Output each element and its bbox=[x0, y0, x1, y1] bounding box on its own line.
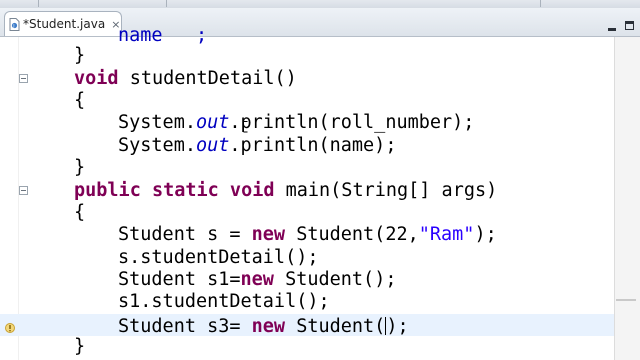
code-text: s.studentDetail(); bbox=[118, 247, 319, 268]
code-token: Student s = bbox=[118, 224, 252, 245]
static-field-token: out bbox=[195, 112, 230, 133]
code-text: } bbox=[74, 45, 86, 66]
code-token: Student(22, bbox=[285, 224, 419, 245]
code-line[interactable]: Student s = new Student(22,"Ram"); bbox=[0, 224, 614, 246]
code-token: .println(name); bbox=[229, 135, 397, 156]
code-line[interactable]: public static void main(String[] args) bbox=[0, 180, 614, 202]
code-token: Student( bbox=[285, 316, 386, 337]
code-token: System. bbox=[118, 135, 196, 156]
toolbar-separator bbox=[540, 0, 541, 7]
code-text: } bbox=[74, 336, 86, 357]
keyword-token: new bbox=[251, 316, 286, 337]
overview-ruler[interactable] bbox=[614, 37, 640, 360]
code-token: ); bbox=[386, 316, 409, 337]
toolbar-separator bbox=[166, 0, 167, 7]
code-line[interactable]: name ; bbox=[0, 25, 614, 47]
keyword-token: new bbox=[240, 269, 274, 290]
code-text: System.out.println(name); bbox=[118, 135, 396, 157]
code-line[interactable]: } bbox=[0, 336, 614, 358]
keyword-token: public static void bbox=[74, 180, 275, 201]
code-text: name ; bbox=[118, 25, 207, 47]
mouse-pointer-icon bbox=[243, 121, 248, 133]
code-text: { bbox=[74, 90, 86, 111]
code-text: Student s = new Student(22,"Ram"); bbox=[118, 224, 497, 246]
code-text: Student s1=new Student(); bbox=[118, 269, 396, 291]
code-line[interactable]: System.out.println(name); bbox=[0, 135, 614, 157]
code-token: .println(roll_number); bbox=[229, 112, 475, 133]
code-text: void studentDetail() bbox=[74, 68, 297, 90]
code-token: name ; bbox=[118, 25, 208, 46]
code-text: s1.studentDetail(); bbox=[118, 291, 330, 312]
code-line[interactable]: s1.studentDetail(); bbox=[0, 291, 614, 313]
code-token: main(String[] args) bbox=[274, 180, 498, 201]
string-token: "Ram" bbox=[418, 224, 475, 245]
code-token: ); bbox=[474, 224, 497, 245]
code-text: System.out.println(roll_number); bbox=[118, 112, 474, 134]
code-token: Student(); bbox=[273, 269, 397, 290]
maximize-icon[interactable] bbox=[624, 20, 636, 32]
keyword-token: void bbox=[74, 68, 119, 89]
code-line[interactable]: { bbox=[0, 90, 614, 112]
code-text: { bbox=[74, 202, 86, 223]
code-line[interactable]: } bbox=[0, 157, 614, 179]
code-token: Student s3= bbox=[118, 316, 252, 337]
code-editor[interactable]: name ; } void studentDetail() { System.o… bbox=[0, 25, 640, 360]
overview-marker[interactable] bbox=[616, 299, 636, 301]
code-line[interactable]: void studentDetail() bbox=[0, 68, 614, 90]
code-line[interactable]: } bbox=[0, 45, 614, 67]
toolbar-separator bbox=[38, 0, 39, 7]
code-line[interactable]: Student s1=new Student(); bbox=[0, 269, 614, 291]
code-text: } bbox=[74, 157, 86, 178]
code-token: System. bbox=[118, 112, 196, 133]
code-line[interactable]: { bbox=[0, 202, 614, 224]
code-text: public static void main(String[] args) bbox=[74, 180, 497, 202]
code-text: Student s3= new Student(); bbox=[118, 314, 409, 337]
static-field-token: out bbox=[195, 135, 230, 156]
current-code-line[interactable]: Student s3= new Student(); bbox=[0, 314, 614, 337]
text-cursor bbox=[385, 317, 387, 335]
code-line[interactable]: s.studentDetail(); bbox=[0, 247, 614, 269]
keyword-token: new bbox=[251, 224, 286, 245]
code-line[interactable]: System.out.println(roll_number); bbox=[0, 112, 614, 134]
code-token: studentDetail() bbox=[118, 68, 297, 89]
code-token: Student s1= bbox=[118, 269, 241, 290]
quick-fix-icon[interactable] bbox=[4, 319, 16, 333]
